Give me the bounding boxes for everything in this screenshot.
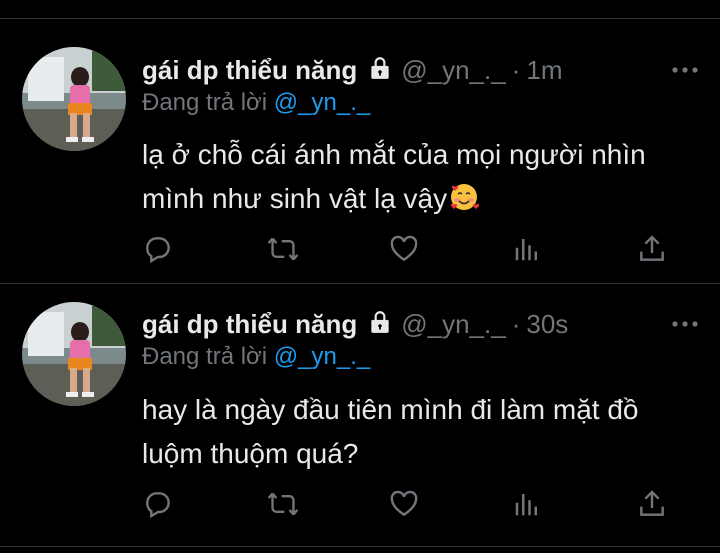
tweet-text-line-1: lạ ở chỗ cái ánh mắt của mọi người nhìn	[142, 139, 646, 170]
more-icon[interactable]	[670, 60, 700, 85]
tweet-text: hay là ngày đầu tiên mình đi làm mặt đồ …	[142, 388, 702, 476]
tweet-text-line-1: hay là ngày đầu tiên mình đi làm mặt đồ	[142, 394, 639, 425]
action-bar	[142, 233, 682, 267]
analytics-icon[interactable]	[512, 233, 546, 267]
tweet-2[interactable]: gái dp thiểu năng @_yn_._ · 30s Đang trả…	[0, 284, 720, 546]
avatar[interactable]	[22, 302, 126, 406]
smiling-face-with-hearts-icon	[449, 181, 480, 225]
reply-prefix: Đang trả lời	[142, 343, 268, 370]
display-name[interactable]: gái dp thiểu năng	[142, 309, 357, 340]
lock-icon	[367, 55, 393, 86]
separator: ·	[511, 54, 521, 85]
share-icon[interactable]	[636, 488, 670, 522]
analytics-icon[interactable]	[512, 488, 546, 522]
reply-prefix: Đang trả lời	[142, 89, 268, 116]
reply-icon[interactable]	[142, 488, 176, 522]
separator: ·	[511, 308, 521, 339]
more-icon[interactable]	[670, 314, 700, 339]
like-icon[interactable]	[388, 233, 422, 267]
reply-context: Đang trả lời @_yn_._	[142, 89, 370, 117]
reply-mention[interactable]: @_yn_._	[274, 343, 370, 370]
handle[interactable]: @_yn_._	[401, 55, 505, 86]
bottom-divider	[0, 546, 720, 547]
tweet-1[interactable]: gái dp thiểu năng @_yn_._ · 1m Đang trả …	[0, 19, 720, 282]
avatar[interactable]	[22, 47, 126, 151]
action-bar	[142, 488, 682, 522]
like-icon[interactable]	[388, 488, 422, 522]
display-name[interactable]: gái dp thiểu năng	[142, 55, 357, 86]
tweet-text: lạ ở chỗ cái ánh mắt của mọi người nhìn …	[142, 133, 702, 225]
tweet-text-line-2: luộm thuộm quá?	[142, 438, 359, 469]
tweet-text-line-2-text: mình như sinh vật lạ vậy	[142, 183, 448, 214]
reply-context: Đang trả lời @_yn_._	[142, 343, 370, 371]
share-icon[interactable]	[636, 233, 670, 267]
lock-icon	[367, 309, 393, 340]
retweet-icon[interactable]	[266, 233, 300, 267]
timestamp[interactable]: 1m	[526, 55, 562, 86]
reply-mention[interactable]: @_yn_._	[274, 89, 370, 116]
reply-icon[interactable]	[142, 233, 176, 267]
handle[interactable]: @_yn_._	[401, 309, 505, 340]
tweet-text-line-2: mình như sinh vật lạ vậy	[142, 177, 702, 225]
retweet-icon[interactable]	[266, 488, 300, 522]
timestamp[interactable]: 30s	[526, 309, 568, 340]
